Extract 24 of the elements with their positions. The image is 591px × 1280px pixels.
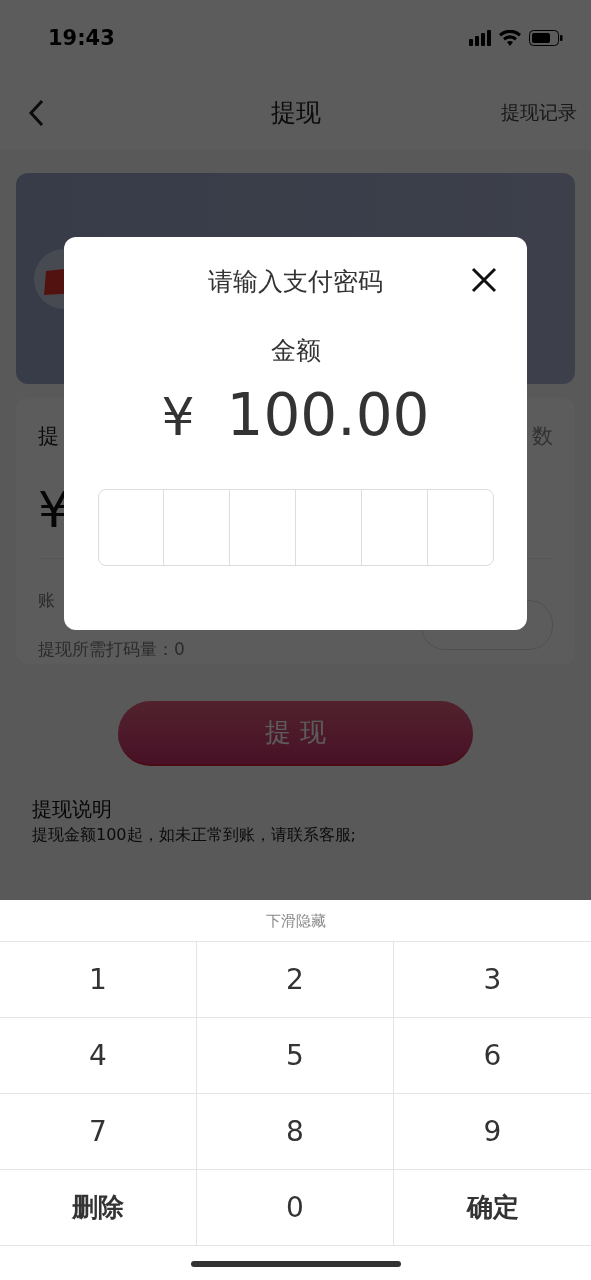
page-title: 提现 (270, 97, 321, 129)
digit-key[interactable]: 5 (197, 1018, 394, 1094)
signal-icon (469, 29, 491, 46)
digit-key[interactable]: 4 (0, 1018, 197, 1094)
status-time: 19:43 (48, 25, 115, 50)
dialog-title: 请输入支付密码 (208, 266, 383, 298)
digit-key[interactable]: 1 (0, 942, 197, 1018)
notes-title: 提现说明 (32, 796, 113, 823)
close-button[interactable] (469, 265, 499, 295)
amount-caption: 金额 (270, 335, 321, 367)
digit-key[interactable]: 7 (0, 1094, 197, 1170)
currency-symbol: ¥ (161, 387, 195, 447)
wifi-icon (499, 29, 521, 46)
back-icon[interactable] (28, 98, 44, 127)
amount-value: 100.00 (226, 381, 430, 449)
amount-label: 提 (38, 423, 59, 450)
notes-text: 提现金额100起，如未正常到账，请联系客服; (32, 825, 357, 846)
digit-key[interactable]: 8 (197, 1094, 394, 1170)
battery-icon (529, 29, 563, 46)
digit-key[interactable]: 0 (197, 1170, 394, 1246)
action-key[interactable]: 删除 (0, 1170, 197, 1246)
password-field[interactable] (97, 489, 494, 566)
hide-hint: 下滑隐藏 (265, 912, 326, 931)
digit-key[interactable]: 2 (197, 942, 394, 1018)
